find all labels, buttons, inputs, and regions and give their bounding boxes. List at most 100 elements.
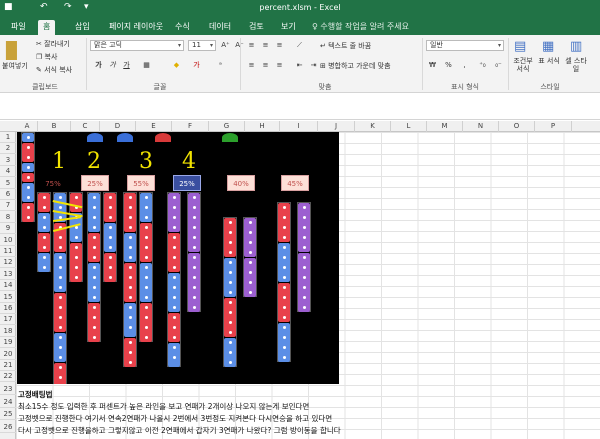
font-color-icon[interactable]: 가 bbox=[190, 60, 203, 71]
fill-color-icon[interactable]: ◆ bbox=[170, 60, 183, 71]
column-header[interactable]: H bbox=[245, 121, 280, 132]
cut-button[interactable]: ✂ 잘라내기 bbox=[36, 39, 70, 49]
column-header[interactable]: E bbox=[136, 121, 172, 132]
currency-icon[interactable]: ₩ bbox=[426, 60, 439, 71]
row-header[interactable]: 8 bbox=[0, 212, 16, 223]
column-header[interactable]: B bbox=[38, 121, 71, 132]
column-header[interactable]: D bbox=[100, 121, 136, 132]
italic-icon[interactable]: 가 bbox=[106, 60, 119, 71]
row-header[interactable]: 4 bbox=[0, 166, 16, 178]
row-header[interactable]: 18 bbox=[0, 326, 16, 337]
row-header[interactable]: 24 bbox=[0, 397, 16, 408]
column-header[interactable]: F bbox=[172, 121, 209, 132]
tab-insert[interactable]: 삽입 bbox=[70, 20, 95, 35]
phonetic-icon[interactable]: ᵃ bbox=[214, 60, 227, 71]
row-header[interactable]: 16 bbox=[0, 303, 16, 314]
marker-dot bbox=[229, 241, 232, 244]
row-header[interactable]: 15 bbox=[0, 292, 16, 303]
marker-dot bbox=[283, 296, 286, 299]
row-header[interactable]: 11 bbox=[0, 246, 16, 257]
tell-me-box[interactable]: ♀ 수행할 작업을 알려 주세요 bbox=[312, 20, 409, 34]
column-header[interactable]: P bbox=[535, 121, 572, 132]
tab-file[interactable]: 파일 bbox=[6, 20, 31, 35]
row-header[interactable]: 21 bbox=[0, 360, 16, 371]
tab-view[interactable]: 보기 bbox=[276, 20, 301, 35]
column-header[interactable]: O bbox=[499, 121, 535, 132]
align-top-icon[interactable]: ≡ bbox=[245, 40, 258, 51]
row-header[interactable]: 1 bbox=[0, 132, 16, 143]
row-header[interactable]: 5 bbox=[0, 178, 16, 189]
increase-decimal-icon[interactable]: ⁺₀ bbox=[476, 60, 489, 71]
format-as-table-icon[interactable]: ▦ bbox=[542, 39, 554, 54]
marker-dot bbox=[109, 276, 112, 279]
bold-icon[interactable]: 가 bbox=[92, 60, 105, 71]
row-header[interactable]: 14 bbox=[0, 280, 16, 292]
tab-formulas[interactable]: 수식 bbox=[170, 20, 195, 35]
orientation-icon[interactable]: ⟋ bbox=[293, 40, 306, 51]
row-header[interactable]: 7 bbox=[0, 200, 16, 212]
row-header[interactable]: 22 bbox=[0, 371, 16, 383]
column-header[interactable]: G bbox=[209, 121, 245, 132]
row-header[interactable]: 17 bbox=[0, 314, 16, 326]
border-icon[interactable]: ▦ bbox=[140, 60, 153, 71]
notes-line-2: 고정벳으로 진행한다 여기서 연속2연패가 나올시 2번에서 3번정도 지켜본다… bbox=[18, 414, 333, 423]
column-header[interactable]: J bbox=[318, 121, 355, 132]
conditional-format-button[interactable]: 조건부 서식 bbox=[510, 57, 536, 73]
copy-button[interactable]: ❐ 복사 bbox=[36, 52, 57, 62]
column-header[interactable]: C bbox=[71, 121, 100, 132]
marker-dot bbox=[229, 321, 232, 324]
format-as-table-button[interactable]: 표 서식 bbox=[538, 57, 560, 65]
align-bottom-icon[interactable]: ≡ bbox=[273, 40, 286, 51]
ribbon: ▉ 붙여넣기 ✂ 잘라내기 ❐ 복사 ✎ 서식 복사 클립보드 맑은 고딕 ▾ 1… bbox=[0, 35, 600, 93]
cell-styles-icon[interactable]: ▥ bbox=[570, 39, 582, 54]
comma-icon[interactable]: , bbox=[458, 60, 471, 71]
row-header[interactable]: 13 bbox=[0, 269, 16, 280]
column-header[interactable]: K bbox=[355, 121, 391, 132]
row-header[interactable]: 12 bbox=[0, 257, 16, 269]
column-header[interactable]: I bbox=[280, 121, 318, 132]
column-header[interactable]: A bbox=[17, 121, 38, 132]
indent-decrease-icon[interactable]: ⇤ bbox=[293, 60, 306, 71]
row-header[interactable]: 2 bbox=[0, 143, 16, 155]
tab-page-layout[interactable]: 페이지 레이아웃 bbox=[104, 20, 168, 35]
font-size-combo[interactable]: 11 ▾ bbox=[188, 40, 216, 51]
formula-bar-area[interactable] bbox=[0, 93, 600, 120]
row-header[interactable]: 23 bbox=[0, 384, 16, 395]
chip-icon bbox=[87, 133, 103, 142]
column-header[interactable]: N bbox=[463, 121, 499, 132]
tab-data[interactable]: 데이터 bbox=[204, 20, 236, 35]
row-header[interactable]: 3 bbox=[0, 155, 16, 166]
row-header[interactable]: 6 bbox=[0, 189, 16, 200]
conditional-format-icon[interactable]: ▤ bbox=[514, 39, 526, 54]
underline-icon[interactable]: 가 bbox=[120, 60, 133, 71]
align-middle-icon[interactable]: ≡ bbox=[259, 40, 272, 51]
percent-icon[interactable]: % bbox=[442, 60, 455, 71]
font-name-combo[interactable]: 맑은 고딕 ▾ bbox=[90, 40, 184, 51]
row-header[interactable]: 25 bbox=[0, 409, 16, 420]
tab-review[interactable]: 검토 bbox=[244, 20, 269, 35]
paste-icon[interactable]: ▉ bbox=[6, 41, 18, 60]
wrap-text-button[interactable]: ↵ 텍스트 줄 바꿈 bbox=[320, 41, 371, 51]
column-header[interactable]: L bbox=[391, 121, 427, 132]
align-right-icon[interactable]: ≡ bbox=[273, 60, 286, 71]
cell-styles-button[interactable]: 셀 스타일 bbox=[563, 57, 589, 73]
format-painter-button[interactable]: ✎ 서식 복사 bbox=[36, 65, 72, 75]
paste-button[interactable]: 붙여넣기 bbox=[2, 61, 28, 71]
number-format-combo[interactable]: 일반 ▾ bbox=[426, 40, 504, 51]
tab-home[interactable]: 홈 bbox=[38, 20, 56, 35]
row-header[interactable]: 10 bbox=[0, 235, 16, 246]
font-grow-icon[interactable]: A⁺ bbox=[219, 40, 232, 51]
merge-center-button[interactable]: ⊞ 병합하고 가운데 맞춤 bbox=[320, 61, 391, 71]
row-header[interactable]: 9 bbox=[0, 223, 16, 235]
decrease-decimal-icon[interactable]: ₀⁻ bbox=[492, 60, 505, 71]
row-header[interactable]: 19 bbox=[0, 337, 16, 349]
marker-dot bbox=[173, 226, 176, 229]
align-left-icon[interactable]: ≡ bbox=[245, 60, 258, 71]
group-number-label: 표시 형식 bbox=[451, 83, 479, 91]
column-header[interactable]: M bbox=[427, 121, 463, 132]
indent-increase-icon[interactable]: ⇥ bbox=[307, 60, 320, 71]
row-header[interactable]: 20 bbox=[0, 349, 16, 360]
align-center-icon[interactable]: ≡ bbox=[259, 60, 272, 71]
row-header[interactable]: 26 bbox=[0, 422, 16, 433]
marker-dot bbox=[249, 281, 252, 284]
